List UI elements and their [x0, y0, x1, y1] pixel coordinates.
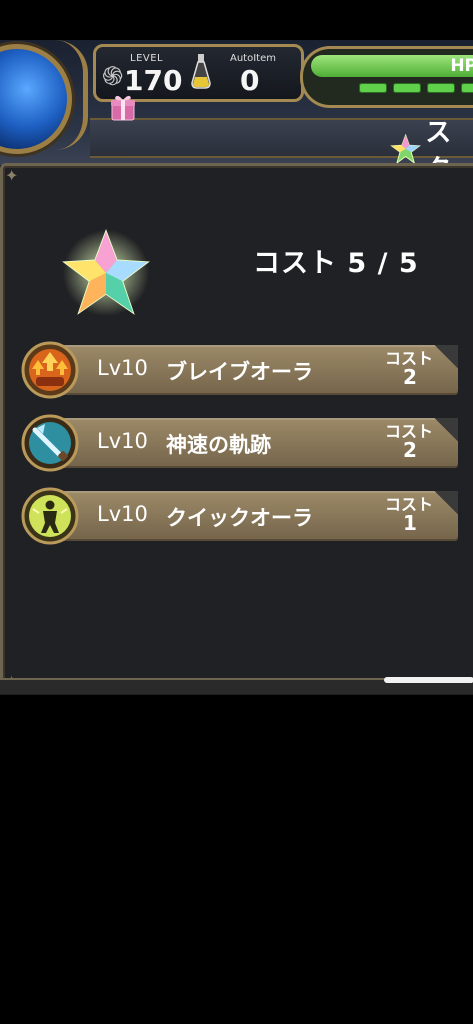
hp-segment [359, 83, 387, 93]
cost-star-icon [62, 229, 150, 317]
hp-gauge: HP [300, 46, 473, 108]
hp-segment [461, 83, 473, 93]
hud: ֍ LEVEL 170 AutoItem 0 HP ス [0, 40, 473, 185]
skill-panel: ✦ ✦ コスト 5 / 5 [0, 163, 473, 694]
star-crystal-icon [390, 133, 421, 165]
skill-name: クイックオーラ [166, 506, 313, 530]
godspeed-trail-icon [21, 414, 79, 472]
skill-row-brave-aura[interactable]: Lv10 ブレイブオーラ コスト 2 [21, 341, 458, 399]
skill-level: Lv10 [97, 429, 148, 453]
auto-item-label: AutoItem [230, 53, 276, 64]
swirl-icon: ֍ [102, 62, 124, 92]
skill-cost-value: 2 [403, 365, 417, 389]
level-label: LEVEL [130, 53, 164, 64]
potion-icon [191, 54, 211, 89]
skill-row-quick-aura[interactable]: Lv10 クイックオーラ コスト 1 [21, 487, 458, 545]
hp-bar: HP [311, 55, 473, 77]
skill-name: ブレイブオーラ [166, 360, 313, 384]
skill-level: Lv10 [97, 356, 148, 380]
orb-frame [55, 40, 88, 150]
hp-segments [359, 83, 473, 93]
skill-row-godspeed-trail[interactable]: Lv10 神速の軌跡 コスト 2 [21, 414, 458, 472]
skill-level: Lv10 [97, 502, 148, 526]
skill-cost-value: 1 [403, 511, 417, 535]
scroll-indicator[interactable] [384, 677, 473, 683]
skill-cost-value: 2 [403, 438, 417, 462]
skill-name: 神速の軌跡 [166, 433, 271, 457]
hp-segment [393, 83, 421, 93]
brave-aura-icon [21, 341, 79, 399]
gift-icon[interactable] [108, 92, 138, 122]
game-screen: ֍ LEVEL 170 AutoItem 0 HP ス ✦ コスト 5 / 5 … [0, 40, 473, 695]
hp-label: HP [450, 56, 473, 76]
quick-aura-icon [21, 487, 79, 545]
hp-segment [427, 83, 455, 93]
total-cost: コスト 5 / 5 [253, 248, 419, 279]
corner-ornament: ✦ [5, 166, 19, 185]
auto-item-value: 0 [240, 64, 260, 97]
